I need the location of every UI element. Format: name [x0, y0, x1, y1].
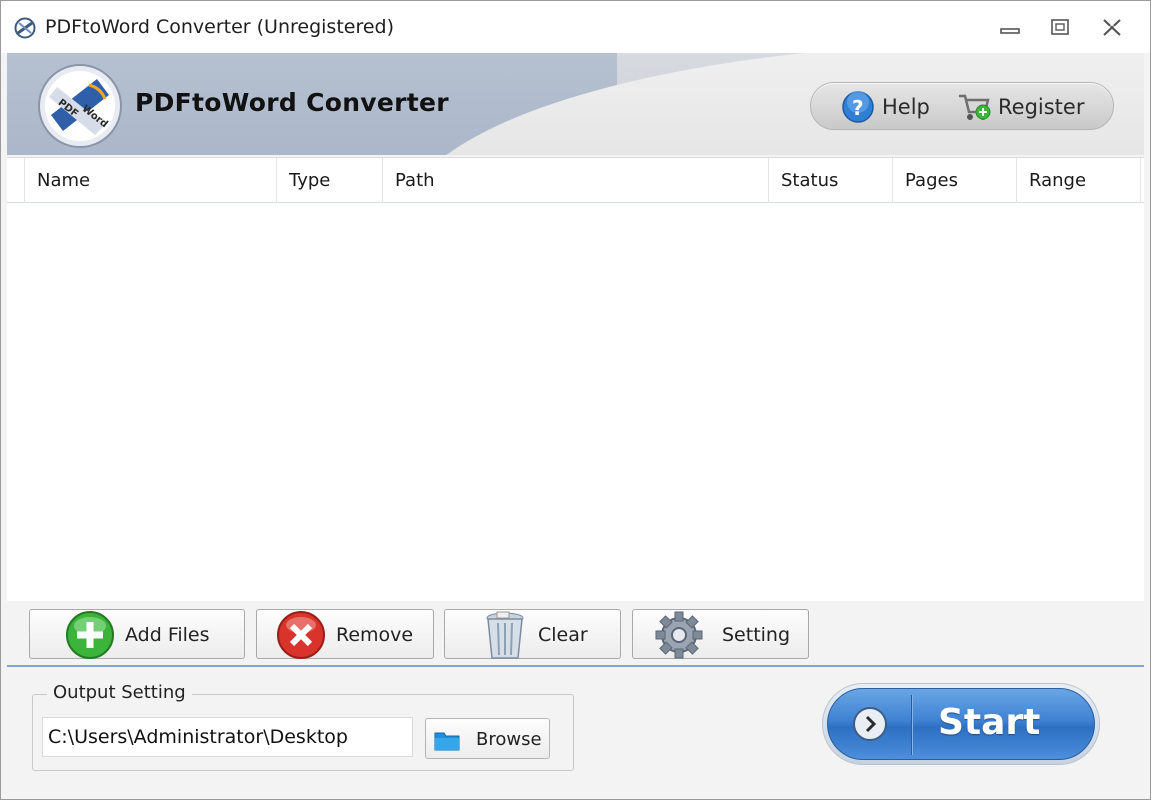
help-label: Help [882, 95, 930, 119]
folder-icon [434, 732, 460, 751]
maximize-icon [1051, 19, 1069, 35]
add-files-button[interactable]: Add Files [29, 609, 245, 659]
remove-button[interactable]: Remove [256, 609, 434, 659]
column-header-name[interactable]: Name [25, 158, 277, 203]
setting-label: Setting [722, 624, 791, 646]
add-files-label: Add Files [125, 624, 210, 646]
start-label: Start [938, 702, 1041, 743]
trash-icon [486, 611, 524, 659]
start-divider [911, 695, 913, 755]
column-header-range[interactable]: Range [1017, 158, 1141, 203]
x-circle-icon [277, 611, 325, 659]
column-header-pages[interactable]: Pages [893, 158, 1017, 203]
output-path-input[interactable] [42, 717, 413, 757]
header-banner: PDF Word PDFtoWord Converter ? Help Regi… [7, 53, 1144, 155]
column-header-type[interactable]: Type [277, 158, 383, 203]
title-bar[interactable]: PDFtoWord Converter (Unregistered) [1, 1, 1150, 53]
column-header-path[interactable]: Path [383, 158, 769, 203]
action-toolbar: Add Files Remove Clear Setting [7, 603, 1144, 665]
column-header-status[interactable]: Status [769, 158, 893, 203]
remove-label: Remove [336, 624, 414, 646]
cart-add-icon [959, 94, 991, 120]
pdf-to-word-logo-icon: PDF Word [38, 64, 122, 148]
browse-label: Browse [476, 729, 542, 750]
register-button[interactable]: Register [957, 89, 1084, 125]
help-register-bar: ? Help Register [810, 82, 1114, 130]
output-setting-legend: Output Setting [47, 682, 192, 703]
question-circle-icon: ? [842, 91, 874, 123]
register-label: Register [998, 95, 1085, 119]
help-button[interactable]: ? Help [841, 89, 930, 125]
svg-text:?: ? [852, 96, 864, 120]
output-section: Output Setting Browse Start [7, 667, 1144, 795]
app-window: PDFtoWord Converter (Unregistered) PDF W… [0, 0, 1151, 800]
clear-label: Clear [538, 624, 588, 646]
minimize-icon [1000, 28, 1020, 34]
window-title: PDFtoWord Converter (Unregistered) [45, 16, 395, 38]
app-title-icon [14, 17, 36, 39]
start-button[interactable]: Start [827, 688, 1095, 760]
close-button[interactable] [1097, 15, 1127, 41]
chevron-right-circle-icon [853, 707, 887, 741]
browse-button[interactable]: Browse [425, 718, 550, 759]
close-icon [1103, 19, 1121, 36]
app-title: PDFtoWord Converter [135, 88, 449, 117]
file-list[interactable]: Name Type Path Status Pages Range [7, 157, 1144, 601]
column-header-spacer [7, 158, 25, 203]
maximize-button[interactable] [1045, 15, 1075, 41]
setting-button[interactable]: Setting [632, 609, 809, 659]
file-list-header: Name Type Path Status Pages Range [7, 158, 1144, 203]
clear-button[interactable]: Clear [444, 609, 621, 659]
minimize-button[interactable] [995, 15, 1025, 41]
plus-circle-icon [66, 611, 114, 659]
gear-icon [655, 611, 703, 659]
